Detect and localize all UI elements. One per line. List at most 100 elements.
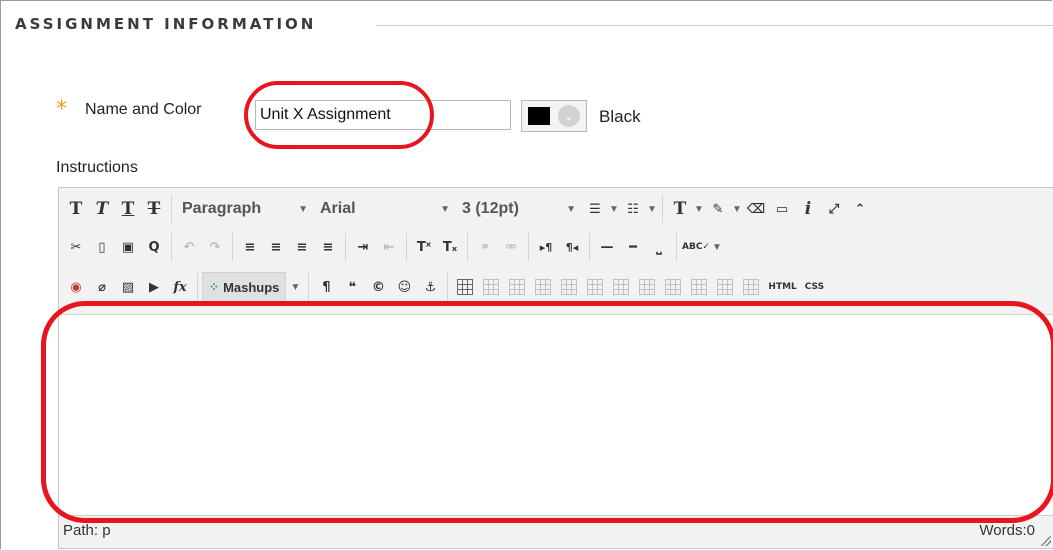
table-row-after-icon[interactable]: [504, 272, 530, 302]
underline-icon[interactable]: T: [115, 194, 141, 224]
unlink-icon[interactable]: ⚮: [498, 232, 524, 262]
color-picker-button[interactable]: ⌄: [521, 100, 587, 132]
name-and-color-label: Name and Color: [85, 101, 202, 118]
find-icon[interactable]: Q: [141, 232, 167, 262]
color-swatch: [528, 107, 550, 125]
table-delete-col-icon[interactable]: [608, 272, 634, 302]
toolbar-separator: [308, 273, 310, 301]
toolbar-separator: [528, 233, 529, 261]
toolbar-row-2: ✂ ▯ ▣ Q ↶ ↷ ≡ ≡ ≡ ≡ ⇥ ⇤ Tˣ Tₓ ⚭ ⚮ ▸¶ ¶◂ …: [63, 230, 723, 264]
anchor-icon[interactable]: ⚓: [417, 272, 443, 302]
chevron-down-icon[interactable]: ▼: [608, 204, 620, 215]
pilcrow-icon[interactable]: ¶: [313, 272, 339, 302]
required-star-icon: *: [56, 97, 67, 122]
table-row-props-icon[interactable]: [660, 272, 686, 302]
table-split-cells-icon[interactable]: [712, 272, 738, 302]
table-col-after-icon[interactable]: [582, 272, 608, 302]
align-left-icon[interactable]: ≡: [237, 232, 263, 262]
highlight-icon[interactable]: ✎: [705, 194, 731, 224]
chevron-down-icon: ▼: [440, 203, 450, 215]
new-document-icon[interactable]: ▯: [89, 232, 115, 262]
record-icon[interactable]: ◉: [63, 272, 89, 302]
undo-icon[interactable]: ↶: [176, 232, 202, 262]
section-title: ASSIGNMENT INFORMATION: [15, 15, 317, 33]
toolbar-separator: [197, 273, 198, 301]
indent-icon[interactable]: ⇥: [350, 232, 376, 262]
insert-media-icon[interactable]: ▶: [141, 272, 167, 302]
insert-table-icon[interactable]: [452, 272, 478, 302]
left-to-right-icon[interactable]: ▸¶: [533, 232, 559, 262]
subscript-icon[interactable]: Tₓ: [437, 232, 463, 262]
mashups-menu-button[interactable]: ⁘ Mashups: [202, 272, 287, 302]
instructions-text-area[interactable]: [59, 314, 1053, 516]
table-cell-props-icon[interactable]: [634, 272, 660, 302]
justify-icon[interactable]: ≡: [315, 232, 341, 262]
thick-rule-icon[interactable]: ━: [620, 232, 646, 262]
superscript-icon[interactable]: Tˣ: [411, 232, 437, 262]
info-icon[interactable]: i: [795, 194, 821, 224]
table-col-before-icon[interactable]: [556, 272, 582, 302]
font-select[interactable]: Arial ▼: [314, 195, 456, 223]
chevron-down-icon[interactable]: ▼: [286, 282, 304, 293]
attach-file-icon[interactable]: ⌀: [89, 272, 115, 302]
collapse-toolbar-icon[interactable]: ⌃: [847, 194, 873, 224]
toolbar-separator: [171, 195, 172, 223]
css-button[interactable]: CSS: [801, 282, 828, 292]
strikethrough-icon[interactable]: T: [141, 194, 167, 224]
toolbar-separator: [406, 233, 407, 261]
italic-icon[interactable]: T: [89, 194, 115, 224]
toolbar-separator: [662, 195, 663, 223]
emoticon-icon[interactable]: ☺: [391, 272, 417, 302]
paste-icon[interactable]: ▣: [115, 232, 141, 262]
toolbar-separator: [676, 233, 677, 261]
right-to-left-icon[interactable]: ¶◂: [559, 232, 585, 262]
toolbar-row-3: ◉ ⌀ ▨ ▶ fx ⁘ Mashups ▼ ¶ ❝ © ☺ ⚓ HTML CS…: [63, 270, 828, 304]
instructions-label: Instructions: [56, 159, 138, 176]
format-select[interactable]: Paragraph ▼: [176, 195, 314, 223]
mashups-icon: ⁘: [209, 280, 220, 294]
formula-icon[interactable]: fx: [167, 272, 193, 302]
align-right-icon[interactable]: ≡: [289, 232, 315, 262]
fullscreen-icon[interactable]: ⤢: [821, 194, 847, 224]
chevron-down-icon: ⌄: [558, 105, 580, 127]
preview-icon[interactable]: ▭: [769, 194, 795, 224]
bullet-list-icon[interactable]: ☰: [582, 194, 608, 224]
cut-icon[interactable]: ✂: [63, 232, 89, 262]
redo-icon[interactable]: ↷: [202, 232, 228, 262]
chevron-down-icon: ▼: [566, 203, 576, 215]
nonbreaking-space-icon[interactable]: ⎵: [646, 232, 672, 262]
link-icon[interactable]: ⚭: [472, 232, 498, 262]
insert-image-icon[interactable]: ▨: [115, 272, 141, 302]
outdent-icon[interactable]: ⇤: [376, 232, 402, 262]
section-divider: [376, 25, 1053, 26]
horizontal-rule-icon[interactable]: —: [594, 232, 620, 262]
table-delete-row-icon[interactable]: [530, 272, 556, 302]
assignment-information-panel: ASSIGNMENT INFORMATION * Name and Color …: [0, 0, 1053, 549]
html-source-button[interactable]: HTML: [764, 282, 800, 292]
bold-icon[interactable]: T: [63, 194, 89, 224]
blockquote-icon[interactable]: ❝: [339, 272, 365, 302]
align-center-icon[interactable]: ≡: [263, 232, 289, 262]
chevron-down-icon: ▼: [298, 203, 308, 215]
size-select[interactable]: 3 (12pt) ▼: [456, 195, 582, 223]
numbered-list-icon[interactable]: ☷: [620, 194, 646, 224]
toolbar-separator: [447, 273, 449, 301]
color-name-label: Black: [599, 107, 641, 126]
font-select-value: Arial: [320, 200, 356, 217]
eraser-icon[interactable]: ⌫: [743, 194, 769, 224]
table-row-before-icon[interactable]: [478, 272, 504, 302]
chevron-down-icon[interactable]: ▼: [731, 204, 743, 215]
chevron-down-icon[interactable]: ▼: [646, 204, 658, 215]
chevron-down-icon[interactable]: ▼: [693, 204, 705, 215]
spellcheck-icon[interactable]: ABC✓: [681, 232, 711, 262]
chevron-down-icon[interactable]: ▼: [711, 242, 723, 253]
status-path: Path: p: [63, 522, 111, 539]
assignment-name-input[interactable]: [255, 100, 511, 130]
table-delete-icon[interactable]: [738, 272, 764, 302]
word-count: Words:0: [979, 522, 1035, 539]
special-character-icon[interactable]: ©: [365, 272, 391, 302]
resize-handle-icon[interactable]: [1041, 536, 1051, 546]
table-merge-cells-icon[interactable]: [686, 272, 712, 302]
mashups-label: Mashups: [223, 279, 280, 295]
text-color-icon[interactable]: T: [667, 194, 693, 224]
